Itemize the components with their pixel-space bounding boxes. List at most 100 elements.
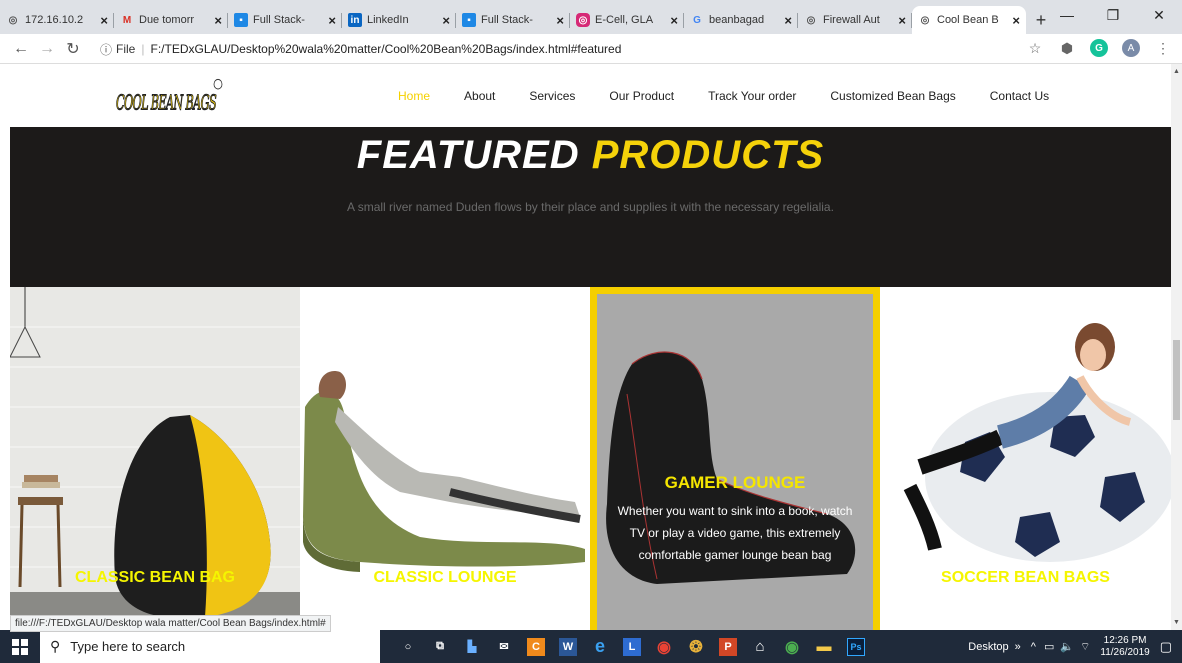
cortana-icon[interactable]: ○	[392, 630, 424, 663]
close-tab-icon[interactable]: ×	[670, 13, 678, 28]
notifications-icon[interactable]: ▢	[1160, 639, 1172, 655]
tab-title: beanbagad	[709, 14, 765, 26]
grammarly-icon[interactable]: G	[1090, 39, 1108, 57]
wifi-icon[interactable]: ⌔	[1080, 640, 1090, 654]
windows-taskbar: ⚲ Type here to search ○ ⧉ ▙ ✉ C W e L ◉ …	[0, 630, 1182, 663]
minimize-icon[interactable]: —	[1044, 0, 1090, 30]
volume-icon[interactable]: 🔈	[1060, 640, 1074, 653]
app-gold-icon[interactable]: ❂	[680, 630, 712, 663]
info-icon[interactable]: ⓘ	[100, 41, 112, 58]
nav-about[interactable]: About	[464, 89, 495, 103]
address-toolbar: ← → ↻ ⓘ File | F:/TEDxGLAU/Desktop%20wal…	[0, 34, 1182, 64]
nav-track-order[interactable]: Track Your order	[708, 89, 796, 103]
browser-tab[interactable]: ◎ Firewall Aut ×	[798, 6, 912, 34]
product-card-classic-bean-bag[interactable]: CLASSIC BEAN BAG	[10, 287, 300, 630]
product-card-classic-lounge[interactable]: CLASSIC LOUNGE	[300, 287, 590, 630]
product-description: Whether you want to sink into a book, wa…	[617, 504, 853, 562]
mail-icon[interactable]: ✉	[488, 630, 520, 663]
globe-icon: ◎	[806, 14, 816, 26]
scroll-down-icon[interactable]: ▼	[1173, 619, 1180, 626]
close-window-icon[interactable]: ✕	[1136, 0, 1182, 30]
globe-icon: ◎	[8, 14, 18, 26]
nav-our-product[interactable]: Our Product	[609, 89, 674, 103]
browser-tab-active[interactable]: ◎ Cool Bean B ×	[912, 6, 1026, 34]
chevron-up-icon[interactable]: ^	[1031, 641, 1036, 653]
classroom-icon: ▪	[462, 13, 476, 27]
nav-services[interactable]: Services	[529, 89, 575, 103]
nav-customized[interactable]: Customized Bean Bags	[830, 89, 955, 103]
close-tab-icon[interactable]: ×	[1012, 13, 1020, 28]
gmail-icon: M	[122, 14, 132, 26]
word-icon[interactable]: W	[552, 630, 584, 663]
product-name: GAMER LOUNGE	[664, 473, 806, 492]
browser-tab[interactable]: ▪ Full Stack- ×	[456, 6, 570, 34]
tab-title: Full Stack-	[253, 14, 305, 26]
folder-icon[interactable]: ▬	[808, 630, 840, 663]
page-scrollbar[interactable]: ▲ ▼	[1171, 64, 1182, 630]
app-blue-icon[interactable]: L	[616, 630, 648, 663]
nav-contact[interactable]: Contact Us	[990, 89, 1049, 103]
start-button[interactable]	[0, 630, 40, 663]
browser-tab[interactable]: G beanbagad ×	[684, 6, 798, 34]
status-url-tooltip: file:///F:/TEDxGLAU/Desktop wala matter/…	[10, 615, 331, 632]
menu-kebab-icon[interactable]: ⋮	[1154, 39, 1172, 57]
photoshop-icon[interactable]: Ps	[840, 630, 872, 663]
edge-icon[interactable]: e	[584, 630, 616, 663]
google-icon: G	[693, 14, 701, 26]
desktop-toolbar-label[interactable]: Desktop	[968, 641, 1008, 653]
close-tab-icon[interactable]: ×	[100, 13, 108, 28]
system-tray: Desktop » ^ ▭ 🔈 ⌔ 12:26 PM 11/26/2019 ▢	[968, 630, 1182, 663]
product-grid: CLASSIC BEAN BAG CLASSIC LOUNGE GAMER LO…	[10, 287, 1171, 630]
reload-icon[interactable]: ↻	[60, 39, 86, 59]
file-app-icon[interactable]: ▙	[456, 630, 488, 663]
address-bar[interactable]: ⓘ File | F:/TEDxGLAU/Desktop%20wala%20ma…	[100, 38, 930, 60]
browser-tab-strip: ◎ 172.16.10.2 × M Due tomorr × ▪ Full St…	[0, 0, 1182, 34]
product-card-soccer-bean-bags[interactable]: SOCCER BEAN BAGS	[880, 287, 1171, 630]
close-tab-icon[interactable]: ×	[214, 13, 222, 28]
search-placeholder: Type here to search	[70, 639, 186, 654]
featured-title-yellow: PRODUCTS	[591, 133, 825, 177]
scheme-label: File	[116, 42, 136, 56]
close-tab-icon[interactable]: ×	[898, 13, 906, 28]
tab-title: E-Cell, GLA	[595, 14, 654, 26]
browser-tab[interactable]: ◎ E-Cell, GLA ×	[570, 6, 684, 34]
site-logo[interactable]: COOL BEAN BAGS	[114, 78, 224, 124]
restore-icon[interactable]: ❐	[1090, 0, 1136, 30]
close-tab-icon[interactable]: ×	[784, 13, 792, 28]
nav-home[interactable]: Home	[398, 89, 430, 103]
close-tab-icon[interactable]: ×	[556, 13, 564, 28]
scroll-up-icon[interactable]: ▲	[1173, 68, 1180, 75]
product-card-gamer-lounge[interactable]: GAMER LOUNGE Whether you want to sink in…	[590, 287, 880, 630]
forward-arrow-icon[interactable]: →	[34, 40, 60, 58]
featured-subtitle: A small river named Duden flows by their…	[347, 200, 834, 214]
store-icon[interactable]: ⌂	[744, 630, 776, 663]
extension-shield-icon[interactable]: ⬢	[1058, 39, 1076, 57]
product-image	[606, 351, 856, 584]
battery-icon[interactable]: ▭	[1044, 640, 1054, 653]
close-tab-icon[interactable]: ×	[328, 13, 336, 28]
taskbar-search-box[interactable]: ⚲ Type here to search	[40, 630, 380, 663]
toolbar-right: ☆ ⬢ G A ⋮	[1026, 39, 1172, 57]
linkedin-icon: in	[348, 13, 362, 27]
task-view-icon[interactable]: ⧉	[424, 630, 456, 663]
back-arrow-icon[interactable]: ←	[8, 40, 34, 58]
chrome-icon[interactable]: ◉	[648, 630, 680, 663]
close-tab-icon[interactable]: ×	[442, 13, 450, 28]
scrollbar-thumb[interactable]	[1173, 340, 1180, 420]
browser-tab[interactable]: ▪ Full Stack- ×	[228, 6, 342, 34]
clock[interactable]: 12:26 PM 11/26/2019	[1100, 635, 1149, 659]
classroom-icon: ▪	[234, 13, 248, 27]
avatar[interactable]: A	[1122, 39, 1140, 57]
browser-tab[interactable]: M Due tomorr ×	[114, 6, 228, 34]
app-orange-icon[interactable]: C	[520, 630, 552, 663]
browser-tab[interactable]: ◎ 172.16.10.2 ×	[0, 6, 114, 34]
url-text[interactable]: F:/TEDxGLAU/Desktop%20wala%20matter/Cool…	[150, 42, 621, 56]
tab-title: 172.16.10.2	[25, 14, 84, 26]
featured-title: FEATURED PRODUCTS	[10, 133, 1171, 178]
main-nav: Home About Services Our Product Track Yo…	[398, 89, 1083, 103]
browser-tab[interactable]: in LinkedIn ×	[342, 6, 456, 34]
powerpoint-icon[interactable]: P	[712, 630, 744, 663]
chevron-overflow-icon[interactable]: »	[1015, 641, 1021, 653]
chrome-alt-icon[interactable]: ◉	[776, 630, 808, 663]
bookmark-star-icon[interactable]: ☆	[1026, 39, 1044, 57]
